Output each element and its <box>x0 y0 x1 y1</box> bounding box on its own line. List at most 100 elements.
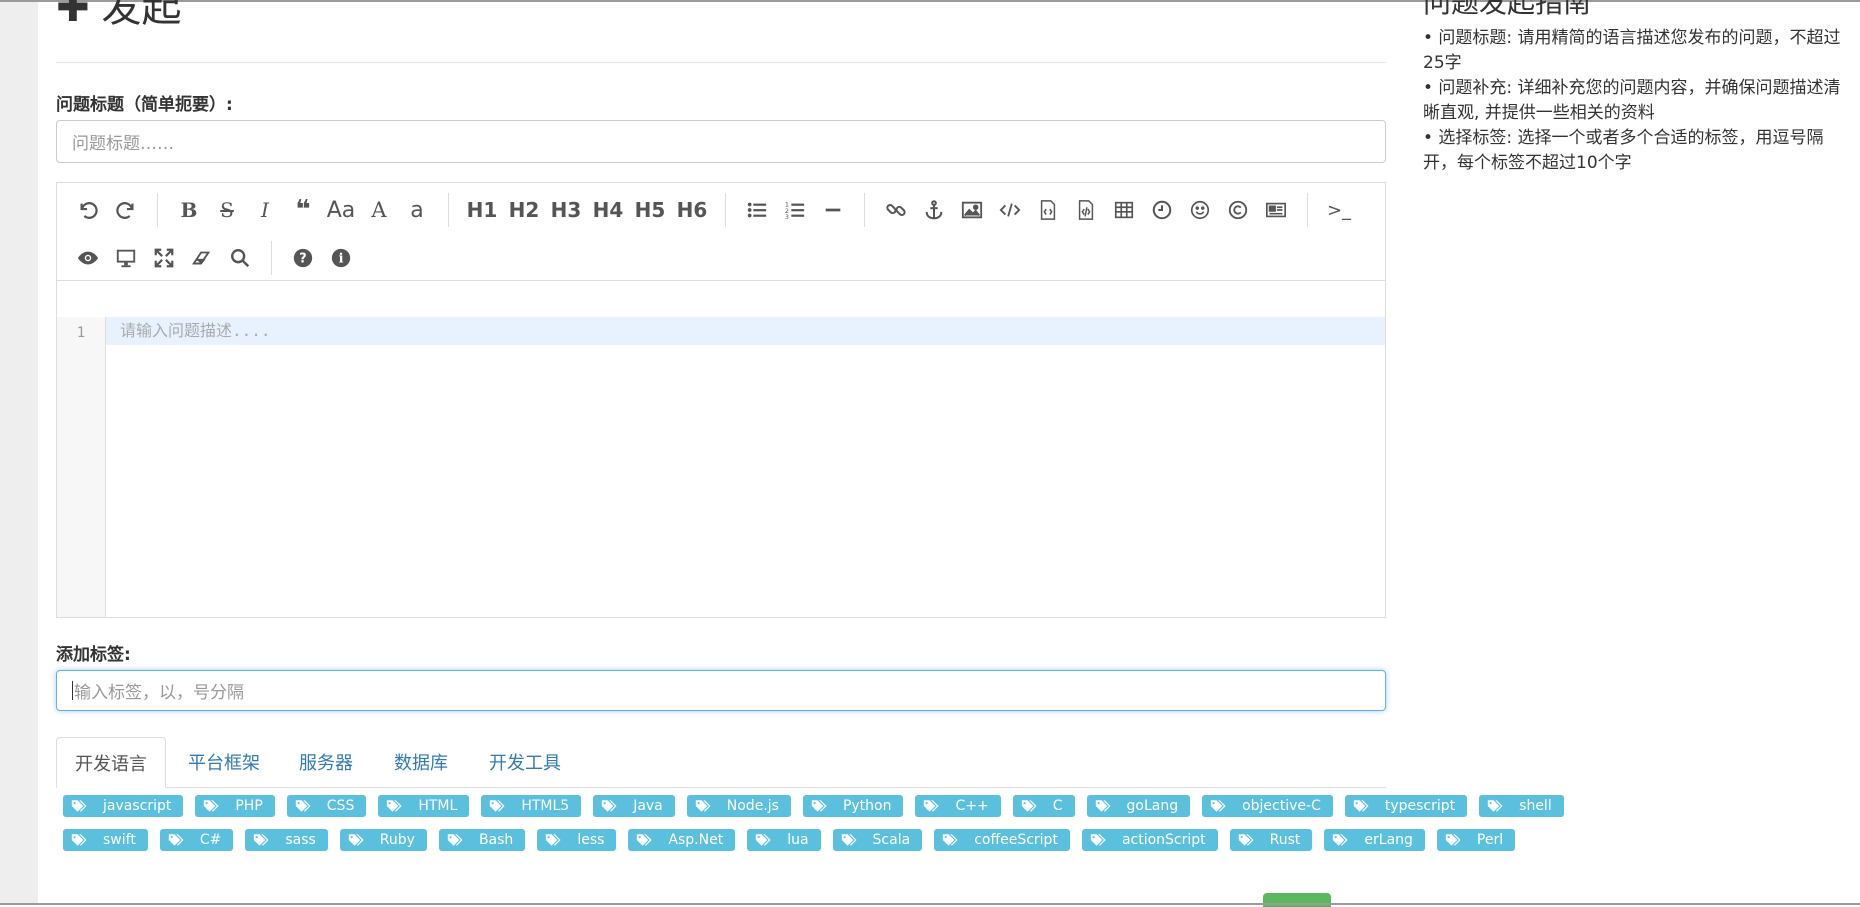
tag-chip[interactable]: Java <box>593 795 675 817</box>
tag-label: C++ <box>955 798 989 814</box>
tag-list-row-2: swift C# sass Ruby Bash less Asp.Net lua Scala co… <box>63 829 1516 851</box>
editor-toolbar: B S I ❝ Aa A a H1 H2 H3 H4 H5 H6 123 >_ … <box>57 183 1385 281</box>
tag-chip[interactable]: Python <box>802 795 904 817</box>
fullscreen-icon[interactable] <box>149 243 179 273</box>
quote-icon[interactable]: ❝ <box>288 195 318 225</box>
tag-chip[interactable]: typescript <box>1344 795 1468 817</box>
bold-icon[interactable]: B <box>174 195 204 225</box>
tag-chip[interactable]: objective-C <box>1202 795 1333 817</box>
markdown-editor[interactable]: B S I ❝ Aa A a H1 H2 H3 H4 H5 H6 123 >_ … <box>56 182 1386 618</box>
guide-title: 问题发起指南 <box>1423 0 1592 19</box>
tab-databases[interactable]: 数据库 <box>376 737 466 787</box>
tag-chip[interactable]: less <box>537 829 617 851</box>
preformatted-code-icon[interactable] <box>1033 195 1063 225</box>
tag-icon <box>1332 833 1350 847</box>
info-icon[interactable]: i <box>326 243 356 273</box>
tag-chip[interactable]: swift <box>63 829 148 851</box>
clear-icon[interactable] <box>187 243 217 273</box>
tab-languages[interactable]: 开发语言 <box>56 737 166 788</box>
lowercase-icon[interactable]: a <box>402 195 432 225</box>
h5-button[interactable]: H5 <box>632 195 668 225</box>
h1-button[interactable]: H1 <box>464 195 500 225</box>
redo-icon[interactable] <box>111 195 141 225</box>
tab-servers[interactable]: 服务器 <box>281 737 371 787</box>
h2-button[interactable]: H2 <box>506 195 542 225</box>
tag-chip[interactable]: C <box>1012 795 1075 817</box>
tag-icon <box>253 833 271 847</box>
tag-chip[interactable]: lua <box>747 829 821 851</box>
tag-chip[interactable]: CSS <box>286 795 367 817</box>
toolbar-separator <box>725 193 726 227</box>
tag-chip[interactable]: C++ <box>915 795 1001 817</box>
help-icon[interactable]: ? <box>288 243 318 273</box>
tag-chip[interactable]: Node.js <box>686 795 791 817</box>
tag-chip[interactable]: HTML <box>378 795 470 817</box>
list-ol-icon[interactable]: 123 <box>780 195 810 225</box>
editor-placeholder[interactable]: 请输入问题描述.... <box>120 317 271 345</box>
h4-button[interactable]: H4 <box>590 195 626 225</box>
tag-icon <box>636 833 654 847</box>
table-icon[interactable] <box>1109 195 1139 225</box>
question-title-input[interactable]: 问题标题…… <box>56 120 1386 163</box>
uppercase-icon[interactable]: Aa <box>326 195 356 225</box>
title-divider <box>56 62 1386 63</box>
text-caret <box>72 681 73 700</box>
tag-chip[interactable]: sass <box>245 829 328 851</box>
tag-icon <box>295 799 313 813</box>
tag-icon <box>1445 833 1463 847</box>
tag-chip[interactable]: erLang <box>1324 829 1425 851</box>
search-icon[interactable] <box>225 243 255 273</box>
preview-icon[interactable] <box>111 243 141 273</box>
toolbar-separator <box>1307 193 1308 227</box>
guide-item: • 问题标题: 请用精简的语言描述您发布的问题，不超过25字 <box>1423 27 1841 73</box>
tag-chip[interactable]: Scala <box>832 829 923 851</box>
hr-icon[interactable] <box>818 195 848 225</box>
tag-chip[interactable]: Perl <box>1436 829 1516 851</box>
terminal-icon[interactable]: >_ <box>1324 195 1354 225</box>
tag-chip[interactable]: Bash <box>438 829 526 851</box>
page-title-text: 发起 <box>101 0 182 31</box>
tag-chip[interactable]: goLang <box>1086 795 1191 817</box>
pagebreak-icon[interactable] <box>1261 195 1291 225</box>
tag-chip[interactable]: HTML5 <box>481 795 582 817</box>
tag-chip[interactable]: coffeeScript <box>934 829 1070 851</box>
strikethrough-icon[interactable]: S <box>212 195 242 225</box>
h6-button[interactable]: H6 <box>674 195 710 225</box>
tag-icon <box>386 799 404 813</box>
tag-list-row-1: javascript PHP CSS HTML HTML5 Java Node.js Pyth… <box>63 795 1564 817</box>
h3-button[interactable]: H3 <box>548 195 584 225</box>
toolbar-row-2: ? i <box>69 241 360 275</box>
code-icon[interactable] <box>995 195 1025 225</box>
tag-label: Python <box>842 798 892 814</box>
link-icon[interactable] <box>881 195 911 225</box>
tag-label: erLang <box>1364 832 1413 848</box>
ucwords-icon[interactable]: A <box>364 195 394 225</box>
datetime-icon[interactable] <box>1147 195 1177 225</box>
tag-chip[interactable]: actionScript <box>1081 829 1218 851</box>
watch-icon[interactable] <box>73 243 103 273</box>
tag-label: PHP <box>235 798 263 814</box>
tag-label: Ruby <box>379 832 415 848</box>
code-block-icon[interactable] <box>1071 195 1101 225</box>
italic-icon[interactable]: I <box>250 195 280 225</box>
tag-icon <box>348 833 366 847</box>
list-ul-icon[interactable] <box>742 195 772 225</box>
tag-chip[interactable]: shell <box>1479 795 1564 817</box>
tags-input[interactable]: 输入标签，以，号分隔 <box>56 670 1386 711</box>
tag-icon <box>811 799 829 813</box>
emoji-icon[interactable] <box>1185 195 1215 225</box>
tag-chip[interactable]: Ruby <box>339 829 427 851</box>
tab-dev-tools[interactable]: 开发工具 <box>471 737 579 787</box>
tag-chip[interactable]: Asp.Net <box>628 829 736 851</box>
tag-chip[interactable]: Rust <box>1229 829 1313 851</box>
image-icon[interactable] <box>957 195 987 225</box>
guide-panel: 问题发起指南 • 问题标题: 请用精简的语言描述您发布的问题，不超过25字 • … <box>1423 0 1843 176</box>
anchor-icon[interactable] <box>919 195 949 225</box>
tag-chip[interactable]: C# <box>159 829 234 851</box>
title-label: 问题标题（简单扼要）: <box>56 95 233 115</box>
undo-icon[interactable] <box>73 195 103 225</box>
tag-chip[interactable]: javascript <box>63 795 184 817</box>
tab-frameworks[interactable]: 平台框架 <box>170 737 278 787</box>
tag-chip[interactable]: PHP <box>195 795 275 817</box>
html-entities-icon[interactable] <box>1223 195 1253 225</box>
